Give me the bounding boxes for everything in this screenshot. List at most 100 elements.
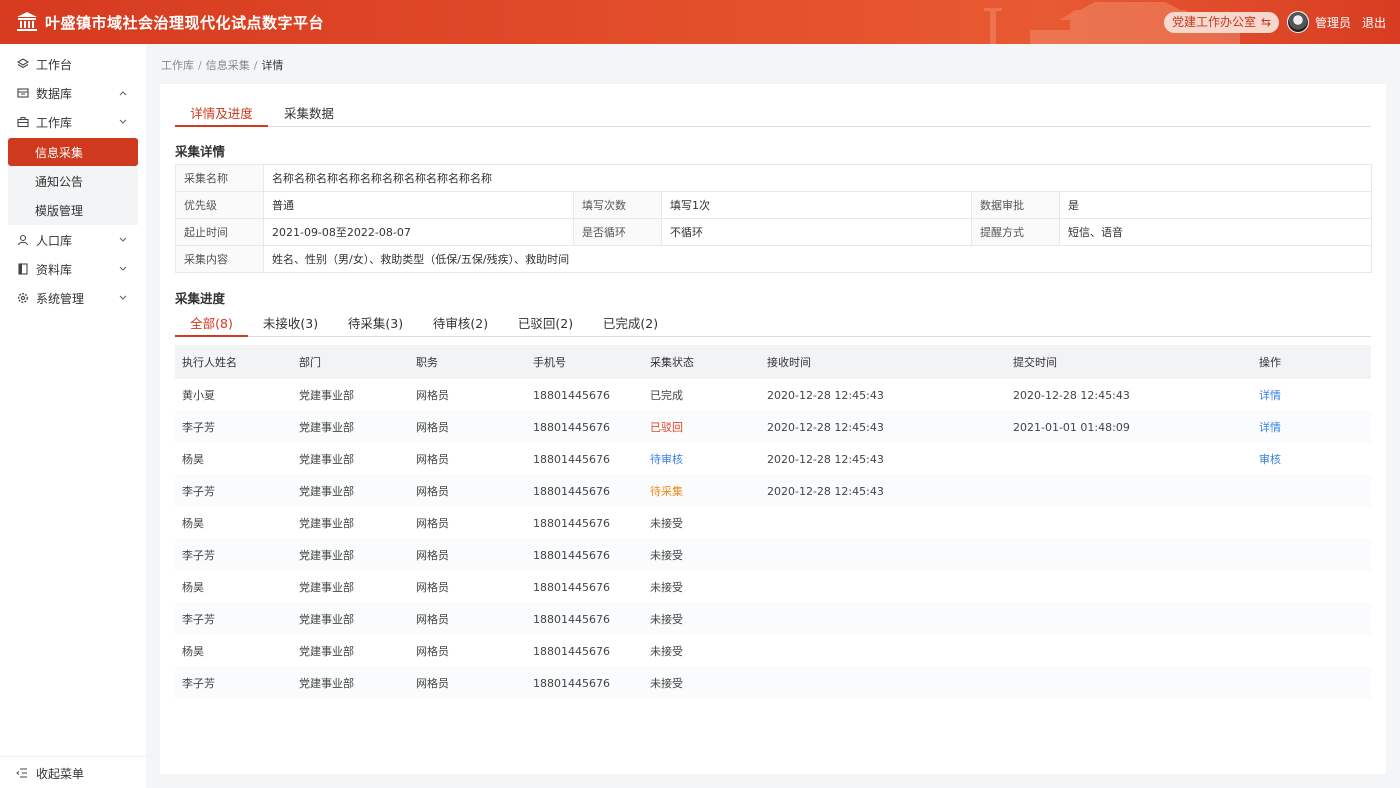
- action-link[interactable]: 审核: [1259, 453, 1281, 466]
- department: 党建事业部: [299, 549, 354, 562]
- breadcrumb-item[interactable]: 信息采集: [206, 59, 250, 72]
- department: 党建事业部: [299, 485, 354, 498]
- detail-label: 采集内容: [175, 245, 264, 273]
- executor-name: 杨昊: [182, 517, 204, 530]
- sidebar-item-materials[interactable]: 资料库: [8, 255, 138, 283]
- detail-value: 是: [1058, 191, 1373, 219]
- sidebar-divider: [0, 756, 146, 757]
- action-link[interactable]: 详情: [1259, 421, 1281, 434]
- sidebar-item-label: 资料库: [36, 262, 73, 277]
- sidebar-item-system[interactable]: 系统管理: [8, 284, 138, 312]
- executor-name: 李子芳: [182, 549, 215, 562]
- executor-name: 李子芳: [182, 485, 215, 498]
- tab-collected-data[interactable]: 采集数据: [274, 103, 344, 127]
- tab-detail-progress[interactable]: 详情及进度: [175, 103, 268, 127]
- collect-status: 未接受: [650, 581, 683, 594]
- detail-label: 采集名称: [175, 164, 264, 192]
- position: 网格员: [416, 645, 449, 658]
- collapse-menu-button[interactable]: 收起菜单: [8, 760, 138, 786]
- submit-time: 2021-01-01 01:48:09: [1013, 420, 1130, 434]
- collect-status: 已驳回: [650, 421, 683, 434]
- book-icon: [16, 262, 30, 276]
- detail-label: 是否循环: [573, 218, 662, 246]
- submit-time: 2020-12-28 12:45:43: [1013, 388, 1130, 402]
- department: 党建事业部: [299, 421, 354, 434]
- executor-name: 李子芳: [182, 677, 215, 690]
- sidebar-item-population[interactable]: 人口库: [8, 226, 138, 254]
- layers-icon: [16, 57, 30, 71]
- department: 党建事业部: [299, 645, 354, 658]
- sidebar-subitem-template[interactable]: 模版管理: [8, 196, 138, 224]
- sidebar-item-database[interactable]: 数据库: [8, 79, 138, 107]
- progress-section-title: 采集进度: [175, 291, 226, 306]
- sidebar-item-label: 系统管理: [36, 291, 85, 306]
- executor-name: 杨昊: [182, 581, 204, 594]
- user-icon: [16, 233, 30, 247]
- table-row: 杨昊 党建事业部 网格员 18801445676 未接受: [175, 571, 1371, 603]
- tab-completed[interactable]: 已完成(2): [598, 313, 663, 337]
- department: 党建事业部: [299, 613, 354, 626]
- sidebar-item-label: 工作库: [36, 115, 73, 130]
- table-row: 黄小夏 党建事业部 网格员 18801445676 已完成 2020-12-28 12:4…: [175, 379, 1371, 411]
- collapse-menu-label: 收起菜单: [36, 766, 85, 781]
- app-title: 叶盛镇市域社会治理现代化试点数字平台: [45, 14, 325, 32]
- detail-tabs: 详情及进度 采集数据: [175, 103, 1371, 127]
- phone-number: 18801445676: [533, 676, 610, 690]
- collect-status: 未接受: [650, 517, 683, 530]
- chevron-down-icon: [118, 235, 128, 245]
- position: 网格员: [416, 389, 449, 402]
- sidebar-item-label: 人口库: [36, 233, 73, 248]
- tab-not-received[interactable]: 未接收(3): [258, 313, 323, 337]
- breadcrumb-item[interactable]: 工作库: [161, 59, 194, 72]
- sidebar-item-worklib[interactable]: 工作库: [8, 108, 138, 136]
- office-switch-button[interactable]: 党建工作办公室 ⇆: [1164, 12, 1280, 33]
- position: 网格员: [416, 613, 449, 626]
- table-row: 李子芳 党建事业部 网格员 18801445676 未接受: [175, 539, 1371, 571]
- column-header: 采集状态: [643, 345, 760, 379]
- detail-value: 普通: [263, 191, 574, 219]
- executor-name: 李子芳: [182, 421, 215, 434]
- tab-pending-collect[interactable]: 待采集(3): [343, 313, 408, 337]
- logout-button[interactable]: 退出: [1362, 14, 1386, 31]
- table-row: 李子芳 党建事业部 网格员 18801445676 待采集 2020-12-28 12:4…: [175, 475, 1371, 507]
- department: 党建事业部: [299, 389, 354, 402]
- position: 网格员: [416, 453, 449, 466]
- department: 党建事业部: [299, 677, 354, 690]
- column-header: 提交时间: [1006, 345, 1252, 379]
- sidebar-item-workbench[interactable]: 工作台: [8, 50, 138, 78]
- executor-name: 李子芳: [182, 613, 215, 626]
- column-header: 手机号: [526, 345, 643, 379]
- executor-name: 黄小夏: [182, 389, 215, 402]
- switch-icon: ⇆: [1261, 15, 1272, 29]
- breadcrumb: 工作库 / 信息采集 / 详情: [161, 59, 284, 72]
- column-header: 职务: [409, 345, 526, 379]
- detail-section-title: 采集详情: [175, 144, 226, 159]
- collect-status: 未接受: [650, 645, 683, 658]
- tab-pending-review[interactable]: 待审核(2): [428, 313, 493, 337]
- column-header: 接收时间: [760, 345, 1006, 379]
- phone-number: 18801445676: [533, 420, 610, 434]
- tab-rejected[interactable]: 已驳回(2): [513, 313, 578, 337]
- user-name[interactable]: 管理员: [1315, 14, 1351, 31]
- department: 党建事业部: [299, 517, 354, 530]
- detail-value: 短信、语音: [1058, 218, 1373, 246]
- main-card: 详情及进度 采集数据 采集详情 采集名称 名称名称名称名称名称名称名称名称名称名…: [160, 84, 1386, 774]
- phone-number: 18801445676: [533, 612, 610, 626]
- tab-all[interactable]: 全部(8): [175, 313, 248, 337]
- executor-name: 杨昊: [182, 645, 204, 658]
- executor-name: 杨昊: [182, 453, 204, 466]
- detail-value: 不循环: [661, 218, 972, 246]
- government-building-icon: [17, 12, 37, 31]
- phone-number: 18801445676: [533, 548, 610, 562]
- action-link[interactable]: 详情: [1259, 389, 1281, 402]
- sidebar-item-label: 工作台: [36, 57, 73, 72]
- phone-number: 18801445676: [533, 644, 610, 658]
- sidebar-subitem-notice[interactable]: 通知公告: [8, 167, 138, 195]
- sidebar-subitem-collect[interactable]: 信息采集: [8, 138, 138, 166]
- collect-status: 已完成: [650, 389, 683, 402]
- avatar[interactable]: [1287, 11, 1309, 33]
- position: 网格员: [416, 677, 449, 690]
- collect-status: 未接受: [650, 613, 683, 626]
- detail-label: 起止时间: [175, 218, 264, 246]
- table-row: 杨昊 党建事业部 网格员 18801445676 未接受: [175, 507, 1371, 539]
